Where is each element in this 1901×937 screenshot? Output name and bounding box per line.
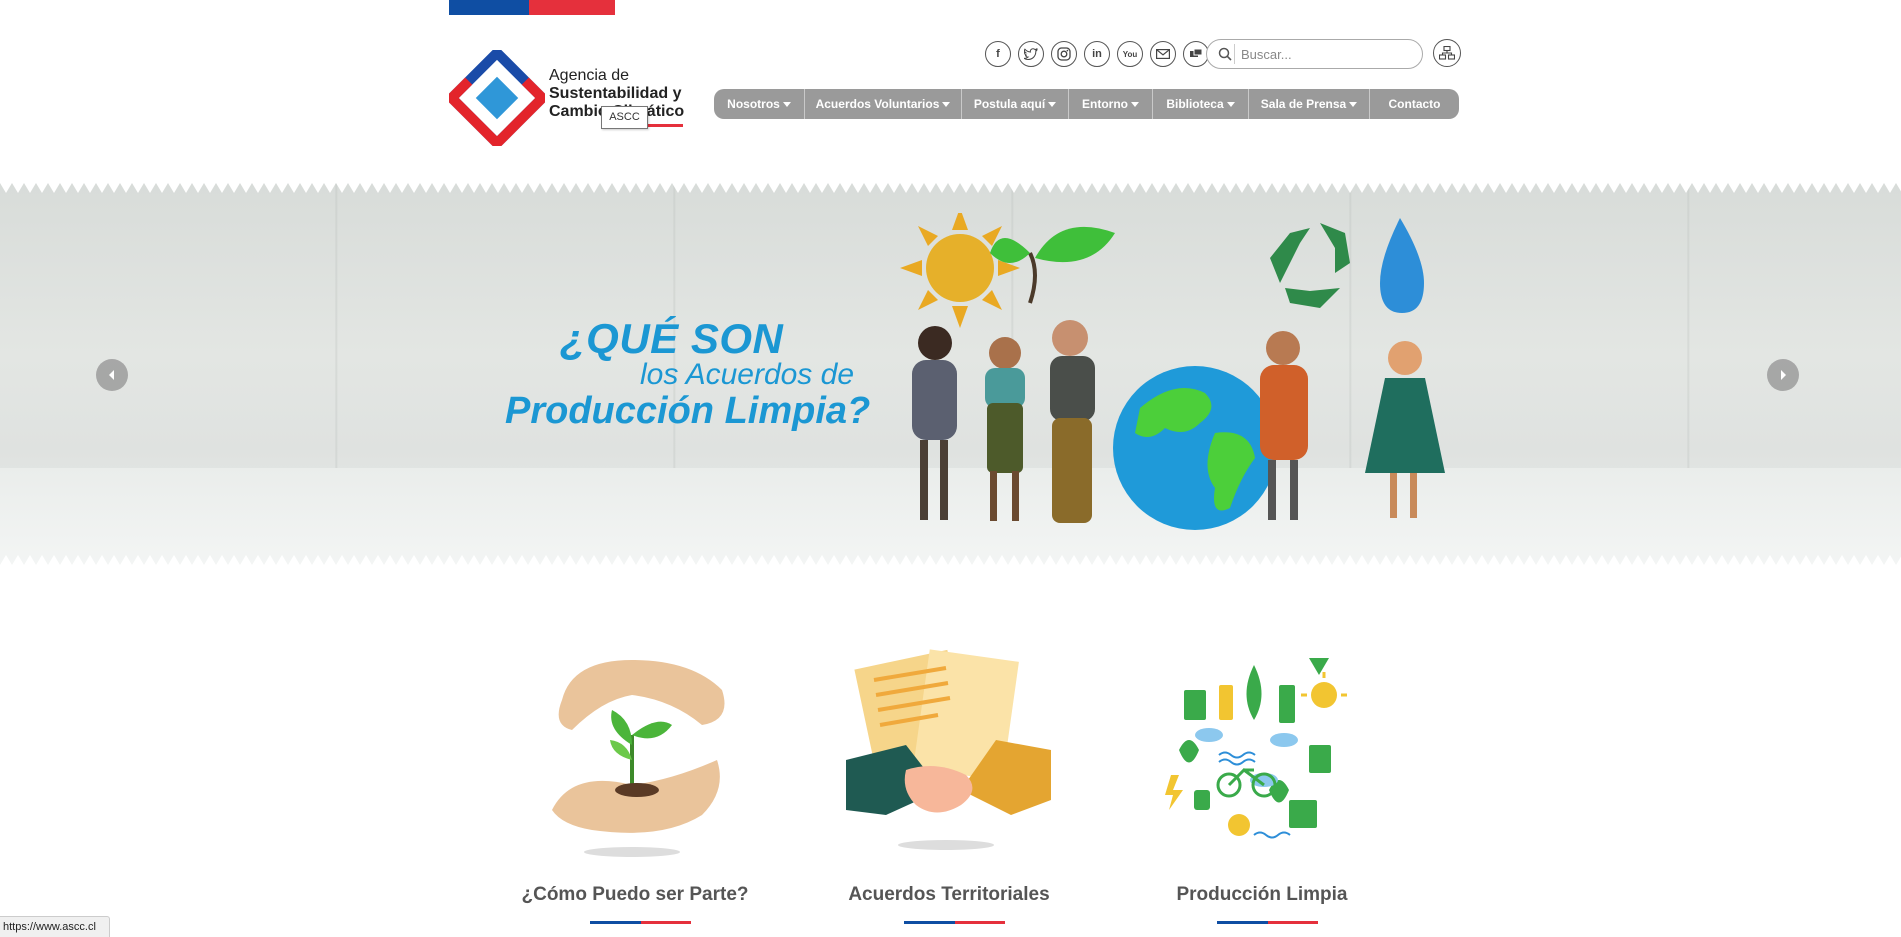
slider-prev-button[interactable] (96, 359, 128, 391)
logo-line-1: Agencia de (549, 67, 630, 84)
search-input[interactable] (1241, 46, 1411, 62)
zigzag-top-border (0, 183, 1901, 193)
search-box[interactable] (1206, 39, 1423, 69)
card-produccion-limpia[interactable]: Producción Limpia (1147, 640, 1377, 937)
arrow-right-icon (1781, 370, 1786, 380)
search-icon[interactable] (1215, 44, 1235, 64)
agency-logo[interactable]: Agencia de Sustentabilidad y Cambio Clim… (449, 50, 689, 146)
card-underline (1217, 921, 1318, 924)
nav-item-acuerdos-voluntarios[interactable]: Acuerdos Voluntarios (805, 89, 962, 119)
nav-item-biblioteca[interactable]: Biblioteca (1153, 89, 1249, 119)
card-como-puedo-ser-parte[interactable]: ¿Cómo Puedo ser Parte? (520, 640, 750, 937)
facebook-icon[interactable]: f (985, 41, 1011, 67)
chevron-down-icon (1349, 101, 1358, 107)
hands-plant-icon (552, 660, 725, 857)
diamond-logo-icon (449, 50, 545, 146)
social-links: f in You (985, 41, 1209, 67)
youtube-icon[interactable]: You (1117, 41, 1143, 67)
instagram-icon[interactable] (1051, 41, 1077, 67)
eco-energy-icon (1164, 655, 1354, 845)
hero-slider: ¿QUÉ SON los Acuerdos de Producción Limp… (0, 183, 1901, 565)
card-title[interactable]: ¿Cómo Puedo ser Parte? (520, 884, 750, 906)
child-figure-1 (912, 326, 957, 520)
government-flag-bar (449, 0, 615, 15)
card-underline (904, 921, 1005, 924)
arrow-left-icon (109, 370, 114, 380)
logo-tooltip: ASCC (601, 106, 648, 129)
flag-red-segment (529, 0, 615, 15)
chevron-down-icon (782, 101, 791, 107)
zigzag-bottom-border (0, 555, 1901, 565)
globe-icon (1113, 366, 1277, 530)
child-figure-2 (985, 337, 1025, 521)
main-navigation: Nosotros Acuerdos Voluntarios Postula aq… (714, 89, 1459, 119)
sun-icon (900, 213, 1020, 328)
water-drop-icon (1380, 218, 1424, 313)
nav-item-contacto[interactable]: Contacto (1370, 89, 1459, 119)
nav-item-entorno[interactable]: Entorno (1069, 89, 1153, 119)
page: Agencia de Sustentabilidad y Cambio Clim… (0, 0, 1901, 937)
slider-next-button[interactable] (1767, 359, 1799, 391)
logo-line-2: Sustentabilidad y (549, 85, 682, 102)
child-figure-5 (1365, 341, 1445, 518)
chevron-down-icon (942, 101, 951, 107)
hero-title: ¿QUÉ SON los Acuerdos de Producción Limp… (505, 315, 895, 433)
chevron-down-icon (1048, 101, 1057, 107)
child-figure-3 (1050, 320, 1095, 523)
hero-title-line-2: los Acuerdos de (640, 358, 855, 391)
chevron-down-icon (1226, 101, 1235, 107)
flag-blue-segment (449, 0, 529, 15)
card-title[interactable]: Acuerdos Territoriales (834, 884, 1064, 906)
child-figure-4 (1260, 331, 1308, 520)
recycle-icon (1270, 223, 1350, 308)
handshake-documents-icon (846, 649, 1051, 850)
hero-illustration (900, 213, 1445, 530)
card-title[interactable]: Producción Limpia (1147, 884, 1377, 906)
nav-item-postula-aqui[interactable]: Postula aquí (962, 89, 1069, 119)
nav-item-sala-de-prensa[interactable]: Sala de Prensa (1249, 89, 1370, 119)
linkedin-icon[interactable]: in (1084, 41, 1110, 67)
card-acuerdos-territoriales[interactable]: Acuerdos Territoriales (834, 640, 1064, 937)
hero-title-line-3: Producción Limpia? (505, 390, 871, 432)
card-underline (590, 921, 691, 924)
nav-item-nosotros[interactable]: Nosotros (714, 89, 805, 119)
hero-title-line-1: ¿QUÉ SON (560, 315, 784, 362)
twitter-icon[interactable] (1018, 41, 1044, 67)
email-icon[interactable] (1150, 41, 1176, 67)
sitemap-icon[interactable] (1433, 39, 1461, 67)
status-bar-url: https://www.ascc.cl (0, 916, 110, 937)
chevron-down-icon (1131, 101, 1139, 107)
